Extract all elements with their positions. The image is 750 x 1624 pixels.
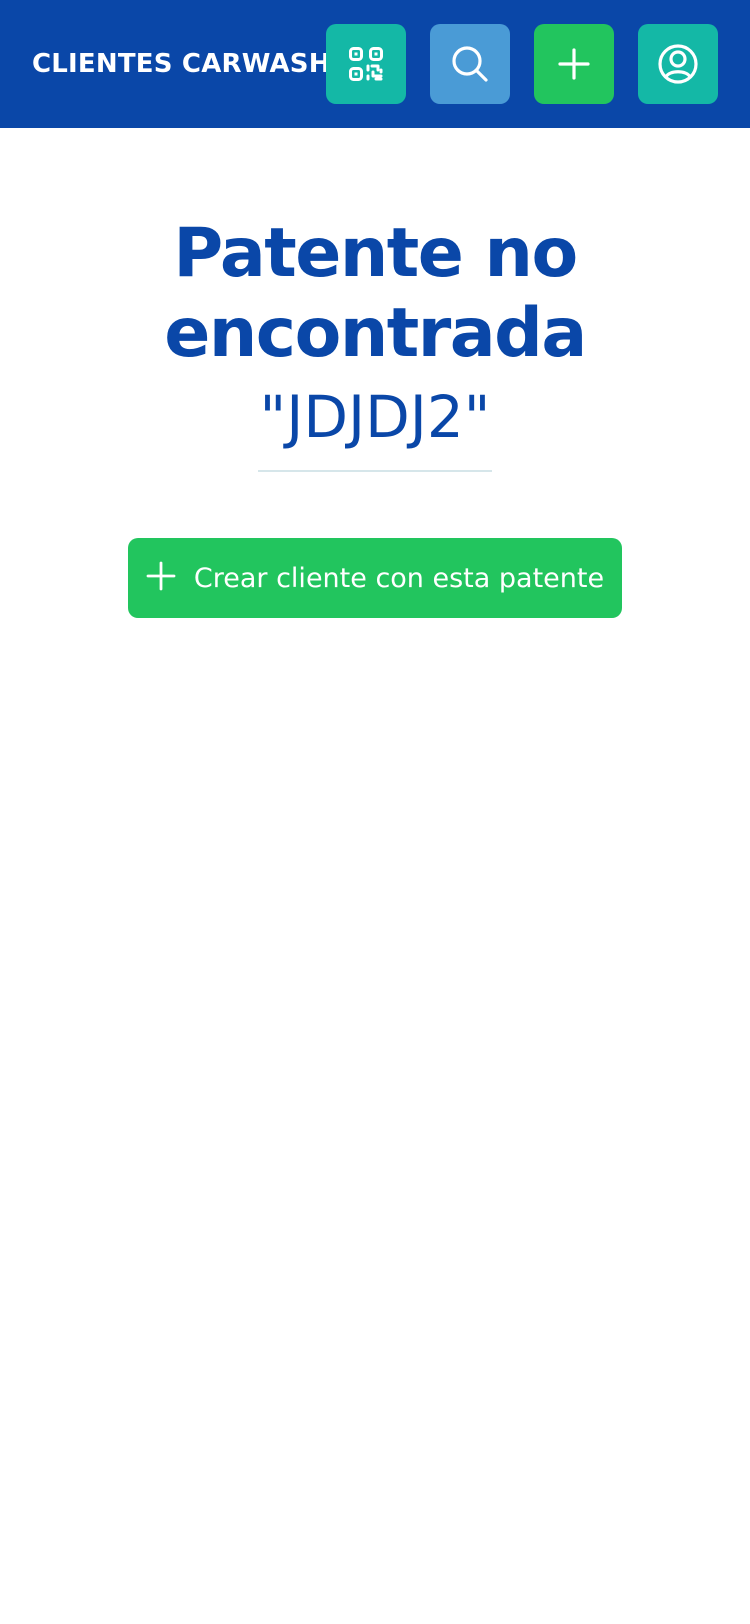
- add-client-button[interactable]: [534, 24, 614, 104]
- search-button[interactable]: [430, 24, 510, 104]
- top-bar: CLIENTES CARWASH: [0, 0, 750, 128]
- app-root: CLIENTES CARWASH Patente no encontrada "…: [0, 0, 750, 1624]
- qr-scan-button[interactable]: [326, 24, 406, 104]
- user-circle-icon: [657, 43, 699, 85]
- app-title: CLIENTES CARWASH: [32, 49, 331, 79]
- qr-code-icon: [348, 46, 384, 82]
- profile-button[interactable]: [638, 24, 718, 104]
- plus-icon: [557, 47, 591, 81]
- page-title: Patente no encontrada: [164, 213, 587, 373]
- plate-text: "JDJDJ2": [257, 384, 493, 472]
- search-icon: [450, 44, 490, 84]
- create-client-label: Crear cliente con esta patente: [193, 562, 605, 594]
- plate-container: "JDJDJ2": [0, 384, 750, 472]
- create-client-button[interactable]: Crear cliente con esta patente: [128, 538, 622, 618]
- plus-icon: [146, 561, 176, 595]
